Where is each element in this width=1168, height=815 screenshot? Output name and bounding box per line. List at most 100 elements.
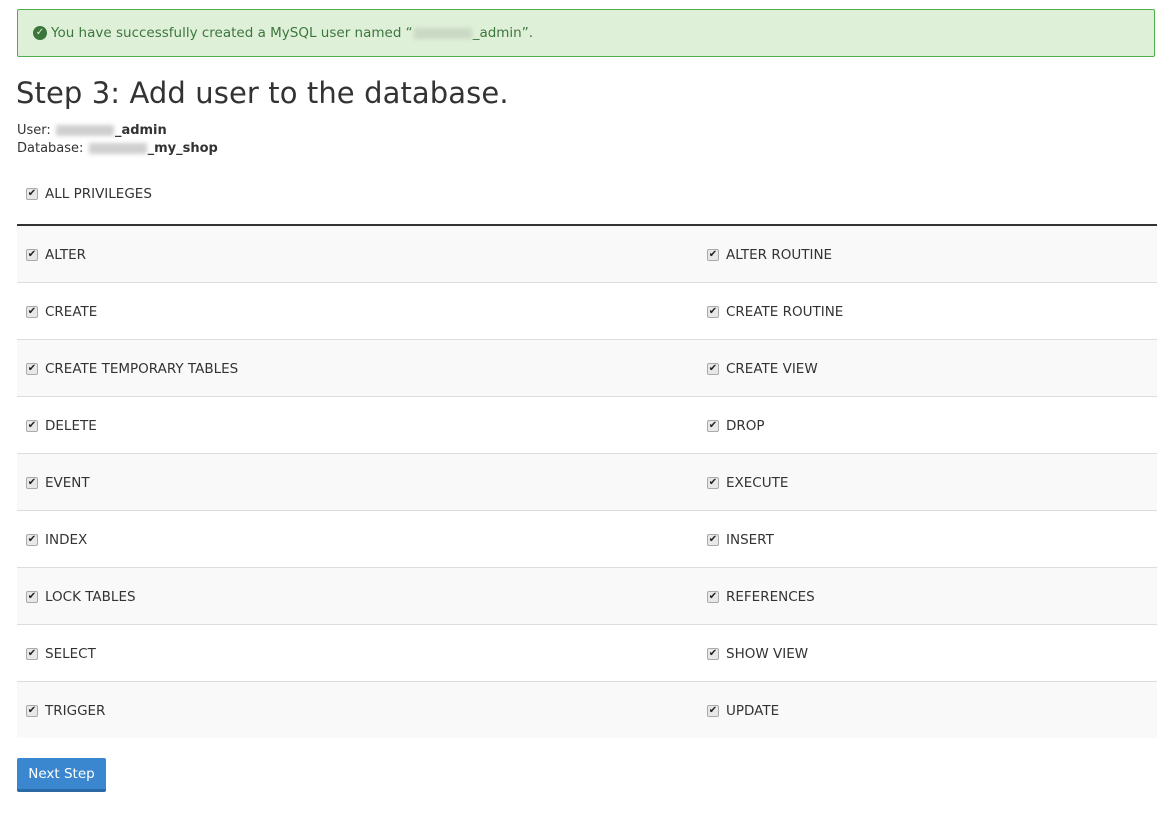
privilege-label: UPDATE — [726, 703, 780, 719]
redacted-user-prefix — [55, 125, 114, 136]
checkbox-checked-icon[interactable]: ✔ — [26, 188, 38, 200]
privilege-checkbox[interactable]: ✔ SELECT — [26, 646, 96, 662]
privilege-checkbox[interactable]: ✔ INSERT — [707, 532, 774, 548]
privilege-cell: ✔ EVENT — [17, 453, 698, 511]
alert-text-prefix: You have successfully created a MySQL us… — [51, 25, 413, 41]
checkbox-checked-icon[interactable]: ✔ — [26, 648, 38, 660]
checkbox-checked-icon[interactable]: ✔ — [26, 249, 38, 261]
all-privileges-label: ALL PRIVILEGES — [45, 186, 152, 202]
privilege-cell: ✔ ALTER ROUTINE — [698, 225, 1157, 283]
check-circle-icon: ✓ — [33, 26, 47, 40]
privilege-row: ✔ SELECT ✔ SHOW VIEW — [17, 624, 1157, 682]
checkbox-checked-icon[interactable]: ✔ — [707, 363, 719, 375]
privilege-label: CREATE TEMPORARY TABLES — [45, 361, 239, 377]
privilege-cell: ✔ SELECT — [17, 624, 698, 682]
privilege-label: DELETE — [45, 418, 97, 434]
all-privileges-checkbox[interactable]: ✔ ALL PRIVILEGES — [26, 186, 152, 202]
checkbox-checked-icon[interactable]: ✔ — [707, 306, 719, 318]
checkbox-checked-icon[interactable]: ✔ — [26, 306, 38, 318]
checkbox-checked-icon[interactable]: ✔ — [707, 648, 719, 660]
privilege-row: ✔ TRIGGER ✔ UPDATE — [17, 681, 1157, 738]
redacted-username — [413, 27, 472, 39]
privilege-checkbox[interactable]: ✔ DROP — [707, 418, 765, 434]
privilege-cell: ✔ TRIGGER — [17, 681, 698, 738]
privilege-checkbox[interactable]: ✔ ALTER ROUTINE — [707, 247, 832, 263]
privilege-cell: ✔ INDEX — [17, 510, 698, 568]
next-step-button[interactable]: Next Step — [17, 758, 106, 792]
checkbox-checked-icon[interactable]: ✔ — [26, 363, 38, 375]
checkbox-checked-icon[interactable]: ✔ — [26, 534, 38, 546]
privilege-label: DROP — [726, 418, 765, 434]
privilege-checkbox[interactable]: ✔ UPDATE — [707, 703, 779, 719]
privilege-label: EVENT — [45, 475, 90, 491]
privilege-row: ✔ EVENT ✔ EXECUTE — [17, 453, 1157, 511]
privilege-checkbox[interactable]: ✔ LOCK TABLES — [26, 589, 136, 605]
privilege-label: REFERENCES — [726, 589, 815, 605]
privilege-label: SELECT — [45, 646, 96, 662]
page-title: Step 3: Add user to the database. — [16, 76, 509, 110]
privilege-cell: ✔ SHOW VIEW — [698, 624, 1157, 682]
privilege-row: ✔ CREATE ✔ CREATE ROUTINE — [17, 282, 1157, 340]
privilege-cell: ✔ CREATE ROUTINE — [698, 282, 1157, 340]
privilege-checkbox[interactable]: ✔ CREATE — [26, 304, 97, 320]
redacted-database-prefix — [88, 143, 147, 154]
privilege-row: ✔ LOCK TABLES ✔ REFERENCES — [17, 567, 1157, 625]
privilege-row: ✔ INDEX ✔ INSERT — [17, 510, 1157, 568]
checkbox-checked-icon[interactable]: ✔ — [707, 477, 719, 489]
user-line: User: _admin — [17, 122, 218, 140]
privilege-checkbox[interactable]: ✔ TRIGGER — [26, 703, 105, 719]
privilege-cell: ✔ DELETE — [17, 396, 698, 454]
privilege-cell: ✔ ALTER — [17, 225, 698, 283]
privileges-table: ✔ ALTER ✔ ALTER ROUTINE ✔ CREATE ✔ CREATE ROUTI… — [17, 224, 1157, 738]
checkbox-checked-icon[interactable]: ✔ — [26, 591, 38, 603]
privilege-cell: ✔ LOCK TABLES — [17, 567, 698, 625]
privilege-cell: ✔ INSERT — [698, 510, 1157, 568]
privilege-checkbox[interactable]: ✔ CREATE ROUTINE — [707, 304, 843, 320]
privilege-checkbox[interactable]: ✔ DELETE — [26, 418, 97, 434]
user-database-info: User: _admin Database: _my_shop — [17, 122, 218, 158]
database-suffix: _my_shop — [147, 141, 218, 156]
privilege-cell: ✔ DROP — [698, 396, 1157, 454]
alert-username-suffix: _admin — [472, 25, 522, 41]
privilege-label: CREATE ROUTINE — [726, 304, 844, 320]
privilege-checkbox[interactable]: ✔ REFERENCES — [707, 589, 815, 605]
privilege-label: INDEX — [45, 532, 88, 548]
privilege-label: CREATE VIEW — [726, 361, 818, 377]
privilege-cell: ✔ EXECUTE — [698, 453, 1157, 511]
privilege-cell: ✔ REFERENCES — [698, 567, 1157, 625]
checkbox-checked-icon[interactable]: ✔ — [26, 420, 38, 432]
checkbox-checked-icon[interactable]: ✔ — [26, 477, 38, 489]
privilege-row: ✔ ALTER ✔ ALTER ROUTINE — [17, 225, 1157, 283]
privilege-cell: ✔ CREATE — [17, 282, 698, 340]
privilege-row: ✔ CREATE TEMPORARY TABLES ✔ CREATE VIEW — [17, 339, 1157, 397]
privilege-checkbox[interactable]: ✔ SHOW VIEW — [707, 646, 808, 662]
checkbox-checked-icon[interactable]: ✔ — [707, 705, 719, 717]
success-alert: ✓ You have successfully created a MySQL … — [17, 9, 1155, 57]
privilege-checkbox[interactable]: ✔ ALTER — [26, 247, 86, 263]
privilege-label: SHOW VIEW — [726, 646, 809, 662]
checkbox-checked-icon[interactable]: ✔ — [26, 705, 38, 717]
privilege-label: ALTER ROUTINE — [726, 247, 833, 263]
checkbox-checked-icon[interactable]: ✔ — [707, 534, 719, 546]
privilege-checkbox[interactable]: ✔ EVENT — [26, 475, 90, 491]
privilege-cell: ✔ CREATE TEMPORARY TABLES — [17, 339, 698, 397]
checkbox-checked-icon[interactable]: ✔ — [707, 591, 719, 603]
user-label: User: — [17, 123, 51, 138]
privilege-label: TRIGGER — [45, 703, 106, 719]
privilege-checkbox[interactable]: ✔ CREATE TEMPORARY TABLES — [26, 361, 238, 377]
alert-text-suffix: ”. — [521, 25, 534, 41]
privilege-label: INSERT — [726, 532, 774, 548]
privilege-checkbox[interactable]: ✔ CREATE VIEW — [707, 361, 818, 377]
checkbox-checked-icon[interactable]: ✔ — [707, 249, 719, 261]
privilege-cell: ✔ CREATE VIEW — [698, 339, 1157, 397]
privilege-label: CREATE — [45, 304, 98, 320]
database-label: Database: — [17, 141, 84, 156]
privilege-label: EXECUTE — [726, 475, 789, 491]
privilege-checkbox[interactable]: ✔ INDEX — [26, 532, 87, 548]
database-line: Database: _my_shop — [17, 140, 218, 158]
privilege-row: ✔ DELETE ✔ DROP — [17, 396, 1157, 454]
privilege-checkbox[interactable]: ✔ EXECUTE — [707, 475, 788, 491]
user-suffix: _admin — [114, 123, 167, 138]
privilege-cell: ✔ UPDATE — [698, 681, 1157, 738]
checkbox-checked-icon[interactable]: ✔ — [707, 420, 719, 432]
